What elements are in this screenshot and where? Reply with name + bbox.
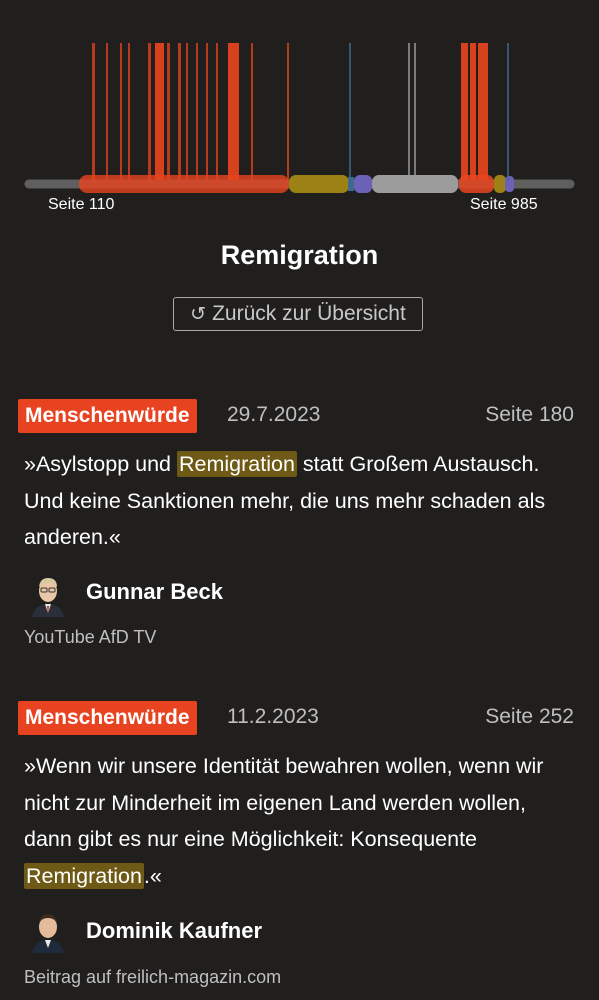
timeline-occurrence-line[interactable]	[251, 43, 253, 180]
quote-highlight: Remigration	[177, 451, 297, 477]
quote-text: »Asylstopp und Remigration statt Großem …	[24, 446, 569, 556]
quote-page[interactable]: Seite 252	[485, 705, 574, 729]
quote-source: Beitrag auf freilich-magazin.com	[24, 967, 282, 987]
timeline-occurrence-line[interactable]	[196, 43, 198, 180]
quote-date: 11.2.2023	[227, 705, 319, 728]
back-button-label: Zurück zur Übersicht	[212, 302, 406, 325]
timeline-occurrence-line[interactable]	[186, 43, 188, 180]
timeline-start-label: Seite 110	[48, 196, 115, 213]
quote-page[interactable]: Seite 180	[485, 403, 574, 427]
page-timeline: Seite 110 Seite 985	[0, 0, 599, 230]
quote-card-header: Menschenwürde 11.2.2023 Seite 252	[0, 701, 599, 735]
quote-text-before: »Asylstopp und	[24, 452, 177, 476]
timeline-occurrence-line[interactable]	[287, 43, 289, 180]
timeline-graphic	[24, 43, 575, 193]
segment-purple-2[interactable]	[505, 176, 514, 192]
timeline-occurrence-line[interactable]	[148, 43, 151, 180]
quote-text: »Wenn wir unsere Identität bewahren woll…	[24, 748, 569, 894]
speaker-name[interactable]: Dominik Kaufner	[86, 918, 262, 944]
speaker-name[interactable]: Gunnar Beck	[86, 579, 223, 605]
timeline-occurrence-line[interactable]	[461, 43, 468, 180]
quote-card: Menschenwürde 11.2.2023 Seite 252 »Wenn …	[0, 701, 599, 987]
timeline-occurrence-line[interactable]	[178, 43, 181, 180]
quote-text-after: .«	[143, 863, 162, 888]
timeline-occurrence-line[interactable]	[414, 43, 416, 180]
segment-menschenwuerde[interactable]	[79, 175, 289, 193]
timeline-occurrence-line[interactable]	[216, 43, 218, 180]
timeline-end-label: Seite 985	[470, 196, 538, 213]
timeline-occurrence-line[interactable]	[478, 43, 488, 180]
category-badge[interactable]: Menschenwürde	[18, 701, 197, 735]
timeline-occurrence-line[interactable]	[92, 43, 95, 180]
segment-purple[interactable]	[354, 175, 372, 193]
timeline-occurrence-line[interactable]	[155, 43, 164, 180]
undo-arrow-icon: ↺	[190, 303, 207, 325]
timeline-occurrence-line[interactable]	[408, 43, 410, 180]
segment-olive-2[interactable]	[494, 175, 506, 193]
category-badge[interactable]: Menschenwürde	[18, 399, 197, 433]
avatar	[28, 909, 68, 953]
timeline-occurrence-line[interactable]	[206, 43, 208, 180]
quote-source: YouTube AfD TV	[24, 627, 157, 647]
quote-card: Menschenwürde 29.7.2023 Seite 180 »Asyls…	[0, 399, 599, 647]
timeline-occurrence-line[interactable]	[128, 43, 130, 180]
timeline-occurrence-line[interactable]	[470, 43, 476, 180]
quote-date: 29.7.2023	[227, 403, 321, 426]
timeline-occurrence-lines	[92, 43, 509, 180]
timeline-occurrence-line[interactable]	[120, 43, 122, 180]
page-title: Remigration	[220, 240, 379, 270]
timeline-occurrence-line[interactable]	[228, 43, 239, 180]
timeline-occurrence-line[interactable]	[167, 43, 170, 180]
quote-highlight: Remigration	[24, 862, 144, 889]
quote-card-header: Menschenwürde 29.7.2023 Seite 180	[0, 399, 599, 433]
timeline-occurrence-line[interactable]	[106, 43, 108, 180]
back-to-overview-button[interactable]: ↺ Zurück zur Übersicht	[173, 297, 423, 331]
segment-olive[interactable]	[289, 175, 349, 193]
avatar	[28, 573, 68, 617]
timeline-occurrence-line[interactable]	[507, 43, 509, 180]
quote-text-before: »Wenn wir unsere Identität bewahren woll…	[24, 754, 544, 851]
timeline-occurrence-line[interactable]	[349, 43, 351, 180]
